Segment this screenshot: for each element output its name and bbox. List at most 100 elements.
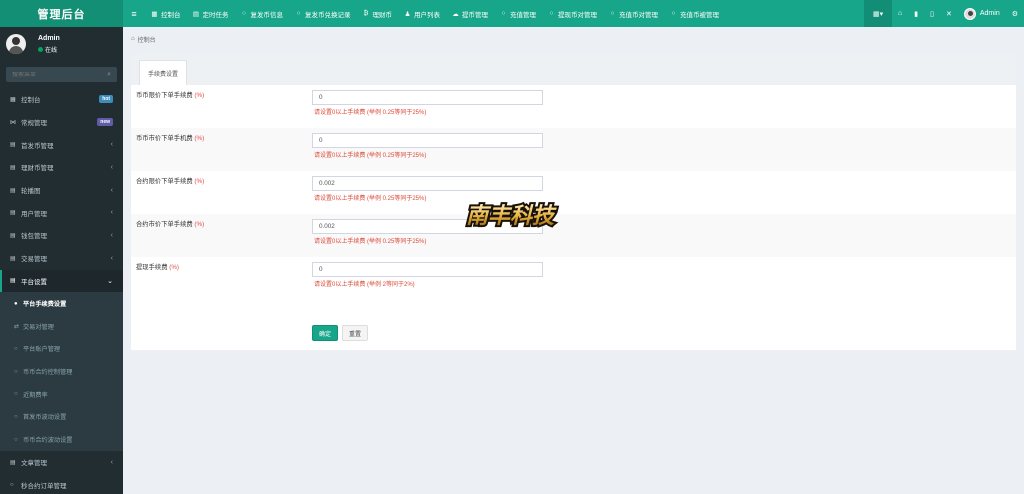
- topnav-item-label: 复发币信息: [250, 11, 284, 19]
- field-label-text: 合约限价下单手续费: [136, 178, 193, 185]
- circle-icon: ○: [14, 413, 18, 420]
- sidebar-item-label: 常规管理: [21, 120, 47, 128]
- sidebar-item[interactable]: ▤ 首发币管理 ‹: [0, 133, 123, 156]
- sidebar-subitem-label: 平台账户管理: [23, 346, 61, 354]
- circle-icon: ○: [14, 368, 18, 375]
- search-input[interactable]: [12, 71, 92, 78]
- fee-input[interactable]: [312, 90, 543, 105]
- list-icon: ▤: [10, 142, 16, 149]
- topnav-item-label: 提币管理: [462, 11, 488, 19]
- apps-dropdown-button[interactable]: ▦▾: [864, 0, 893, 27]
- sidebar-subitem-label: 平台手续费设置: [23, 301, 67, 309]
- clear-cache-button[interactable]: ▮: [908, 0, 924, 27]
- search-icon[interactable]: ⌕: [107, 71, 111, 79]
- form-row: 币币限价下单手续费 (%) 请设置0以上手续费 (举例 0.25等同于25%): [131, 85, 1016, 128]
- breadcrumb-item[interactable]: 控制台: [138, 35, 156, 44]
- sidebar-menu: ▦ 控制台 hot ⋈ 常规管理 new ▤ 首发币管理 ‹ ▤ 理财币管理 ‹ ▤ 轮播图 ‹ ▤ 用户管理 ‹…: [0, 88, 123, 494]
- sidebar-subitem-label: 首发币波动设置: [23, 414, 67, 422]
- chevron-icon: ⌄: [107, 277, 113, 285]
- circle-icon: ○: [296, 10, 301, 17]
- sidebar-item[interactable]: ▤ 轮播图 ‹: [0, 179, 123, 202]
- topnav-item[interactable]: ○ 提现币对管理: [542, 0, 603, 27]
- tab-bar: 手续费设置: [131, 54, 1016, 85]
- cloud-download-icon: ☁: [452, 10, 459, 18]
- topnav-item[interactable]: ○ 复发币兑换记录: [289, 0, 357, 27]
- sidebar-item-label: 交易管理: [21, 256, 47, 264]
- form-row: 合约市价下单手续费 (%) 请设置0以上手续费 (举例 0.25等同于25%): [131, 214, 1016, 257]
- topnav-item[interactable]: ○ 充值管理: [494, 0, 542, 27]
- field-hint: 请设置0以上手续费 (举例 0.25等同于25%): [314, 110, 427, 116]
- brand-logo[interactable]: 管理后台: [0, 0, 123, 27]
- menu-badge: hot: [99, 95, 113, 104]
- chevron-icon: ‹: [110, 254, 113, 262]
- chevron-icon: ‹: [110, 231, 113, 239]
- trash-icon: ▮: [914, 10, 919, 18]
- sidebar-subitem[interactable]: ○ 币币合约波动设置: [0, 428, 123, 451]
- topnav-item[interactable]: ○ 复发币信息: [235, 0, 290, 27]
- sidebar-subitem[interactable]: ○ 平台账户管理: [0, 338, 123, 361]
- list-icon: ▤: [10, 187, 16, 194]
- fee-input[interactable]: [312, 133, 543, 148]
- sidebar-item-label: 平台设置: [21, 278, 47, 286]
- topnav-item[interactable]: ♟ 用户列表: [398, 0, 446, 27]
- fee-input[interactable]: [312, 176, 543, 191]
- sidebar-item[interactable]: ⋈ 常规管理 new: [0, 111, 123, 134]
- sidebar-item[interactable]: ▤ 交易管理 ‹: [0, 247, 123, 270]
- chevron-icon: ‹: [110, 141, 113, 149]
- sidebar-subitem-label: 币币合约控制管理: [23, 369, 73, 377]
- sidebar-subitem[interactable]: ● 平台手续费设置: [0, 292, 123, 315]
- sidebar-item-label: 控制台: [21, 97, 41, 105]
- field-label-text: 提现手续费: [136, 264, 168, 271]
- topnav-item[interactable]: ○ 充值币对管理: [603, 0, 664, 27]
- fullscreen-button[interactable]: ✕: [940, 0, 958, 27]
- form-row: 合约限价下单手续费 (%) 请设置0以上手续费 (举例 0.25等同于25%): [131, 171, 1016, 214]
- topnav-item[interactable]: ▤ 定时任务: [187, 0, 235, 27]
- topnav-item[interactable]: ▦ 控制台: [145, 0, 187, 27]
- circle-icon: ○: [10, 482, 14, 489]
- list-icon: ▤: [10, 164, 16, 171]
- sidebar-item[interactable]: ▦ 控制台 hot: [0, 88, 123, 111]
- sidebar-subitem[interactable]: ○ 近期费率: [0, 383, 123, 406]
- sidebar-item-label: 理财币管理: [21, 165, 54, 173]
- home-button[interactable]: ⌂: [892, 0, 908, 27]
- topnav-item[interactable]: ○ 充值币被管理: [664, 0, 725, 27]
- share-icon: ⋈: [10, 119, 16, 126]
- topnav-item-label: 充值币对管理: [619, 11, 658, 19]
- top-navbar: 管理后台 ≡ ▦ 控制台 ▤ 定时任务 ○ 复发币信息 ○ 复发币兑换记录 ₿ 理财币 ♟ 用户列表 ☁…: [0, 0, 1024, 27]
- list-icon: ▤: [10, 459, 16, 466]
- exchange-icon: ⇄: [14, 323, 20, 330]
- home-icon: ⌂: [131, 36, 135, 42]
- sidebar-subitem[interactable]: ○ 首发币波动设置: [0, 406, 123, 429]
- sidebar-subitem[interactable]: ⇄ 交易对管理: [0, 315, 123, 338]
- dashboard-icon: ▦: [10, 96, 16, 103]
- sidebar-item[interactable]: ▤ 文章管理 ‹: [0, 451, 123, 474]
- sidebar-item[interactable]: ▤ 用户管理 ‹: [0, 201, 123, 224]
- submit-button[interactable]: 确定: [312, 325, 339, 341]
- sidebar-item[interactable]: ▤ 理财币管理 ‹: [0, 156, 123, 179]
- watermark-logo: 南丰科技 南丰科技: [464, 201, 559, 231]
- topnav-item[interactable]: ₿ 理财币: [357, 0, 399, 27]
- tab-fee-settings[interactable]: 手续费设置: [139, 60, 188, 85]
- sidebar-item[interactable]: ▤ 钱包管理 ‹: [0, 224, 123, 247]
- list-icon: ▤: [10, 210, 16, 217]
- user-menu-button[interactable]: Admin: [958, 0, 1006, 27]
- reset-button[interactable]: 重置: [342, 325, 369, 341]
- topnav-item[interactable]: ☁ 提币管理: [446, 0, 494, 27]
- menu-badge: new: [97, 118, 113, 127]
- multi-tab-button[interactable]: ▯: [924, 0, 940, 27]
- sidebar-subitem-label: 交易对管理: [23, 323, 54, 331]
- field-label: 币币限价下单手续费 (%): [136, 90, 204, 99]
- fee-input[interactable]: [312, 262, 543, 277]
- grid-icon: ▦▾: [872, 10, 884, 18]
- topnav-item-label: 复发币兑换记录: [305, 11, 351, 19]
- sidebar-item[interactable]: ▤ 平台设置 ⌄: [0, 269, 123, 293]
- form-actions: 确定 重置: [312, 325, 369, 341]
- circle-icon: ○: [501, 10, 506, 17]
- sidebar-toggle-button[interactable]: ≡: [123, 0, 145, 27]
- control-sidebar-button[interactable]: ⚙: [1006, 0, 1024, 27]
- field-hint: 请设置0以上手续费 (举例 2等同于2%): [314, 282, 415, 288]
- sidebar-subitem[interactable]: ○ 币币合约控制管理: [0, 360, 123, 383]
- field-unit: (%): [169, 264, 180, 271]
- sidebar-item[interactable]: ○ 秒合约订单管理: [0, 474, 123, 494]
- topnav-item-label: 用户列表: [414, 11, 440, 19]
